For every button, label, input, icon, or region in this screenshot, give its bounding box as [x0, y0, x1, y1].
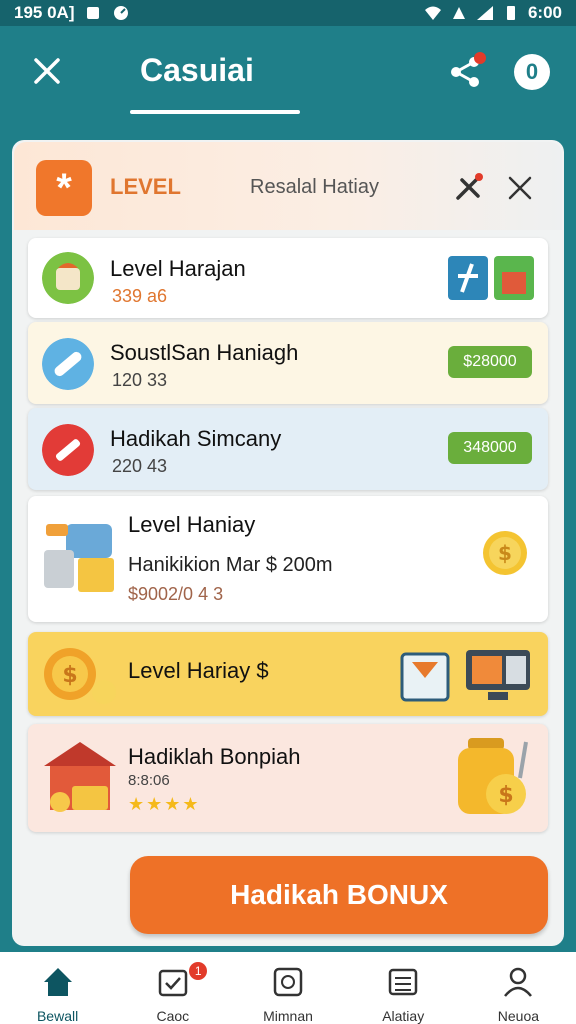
- svg-text:$: $: [498, 541, 512, 565]
- bottom-nav: Bewall 1 Caoc Mimnan Alatiay Neuoa: [0, 952, 576, 1024]
- status-time-left: 195 0A]: [14, 3, 75, 22]
- tools-icon[interactable]: [454, 172, 484, 202]
- close-icon[interactable]: [30, 54, 64, 88]
- computer-icon: [466, 650, 530, 700]
- storage-icon: [87, 7, 100, 19]
- notification-badge: 1: [189, 962, 208, 980]
- item-subtitle: 120 33: [112, 370, 168, 390]
- item-line3: $9002/0 4 3: [128, 584, 224, 604]
- item-line2: Hanikikion Mar $ 200m: [128, 554, 333, 576]
- tab-indicator: [130, 110, 300, 114]
- bonus-button[interactable]: Hadikah BONUX: [130, 856, 548, 934]
- item-subtitle: 220 43: [112, 456, 168, 476]
- item-title: Hadiklah Bonpiah: [128, 744, 301, 769]
- nav-label: Caoc: [156, 1008, 190, 1024]
- signal-icon: [476, 6, 493, 20]
- item-title: Level Harajan: [110, 256, 246, 281]
- speed-icon: [114, 6, 129, 20]
- item-subtitle: 8:8:06: [128, 772, 170, 789]
- wifi-icon: [424, 6, 441, 20]
- shopping-icon: [44, 524, 114, 592]
- box-icon: [400, 652, 450, 702]
- clock-icon: [273, 967, 303, 997]
- star-icon: ★: [146, 794, 163, 814]
- syringe-icon: [42, 424, 94, 476]
- nav-item-clock[interactable]: Mimnan: [230, 952, 345, 1024]
- item-title: Level Haniay: [128, 512, 256, 537]
- nav-item-home[interactable]: Bewall: [0, 952, 115, 1024]
- item-title: Level Hariay $: [128, 658, 269, 683]
- list-item[interactable]: SoustlSan Haniagh 120 33 $28000: [28, 322, 548, 404]
- tool-icon[interactable]: [448, 256, 488, 300]
- item-title: Hadikah Simcany: [110, 426, 282, 451]
- basket-icon: [42, 252, 94, 304]
- list-item[interactable]: Level Haniay Hanikikion Mar $ 200m $9002…: [28, 496, 548, 622]
- star-icon: ★: [164, 794, 181, 814]
- nav-label: Mimnan: [263, 1008, 313, 1024]
- nav-label: Bewall: [36, 1008, 79, 1024]
- nav-item-check[interactable]: 1 Caoc: [115, 952, 230, 1024]
- nav-label: Neuoa: [497, 1008, 540, 1024]
- home-icon: [43, 968, 72, 996]
- item-title: SoustlSan Haniagh: [110, 340, 299, 365]
- rating-stars: ★ ★ ★ ★: [128, 794, 199, 815]
- level-icon: *: [36, 160, 92, 216]
- list-icon: [388, 968, 418, 996]
- panel-header: * LEVEL Resalal Hatiay: [14, 142, 562, 230]
- item-subtitle: 339 a6: [112, 286, 168, 306]
- svg-text:$: $: [62, 663, 77, 688]
- app-bar: Casuiai 0: [0, 26, 576, 116]
- list-item[interactable]: Hadiklah Bonpiah 8:8:06 ★ ★ ★ ★ $: [28, 724, 548, 832]
- status-bar: 195 0A] 6:00: [0, 0, 576, 26]
- nav-item-user[interactable]: Neuoa: [461, 952, 576, 1024]
- list-item[interactable]: Hadikah Simcany 220 43 348000: [28, 408, 548, 490]
- money-jar-icon: $: [458, 738, 528, 814]
- nav-label: Alatiay: [382, 1008, 425, 1024]
- user-icon: [504, 967, 533, 997]
- share-icon[interactable]: [446, 52, 486, 92]
- battery-icon: [506, 6, 515, 20]
- svg-text:$: $: [498, 783, 513, 808]
- star-icon: ★: [182, 794, 199, 814]
- info-button[interactable]: 0: [514, 54, 550, 90]
- box-icon[interactable]: [494, 256, 534, 300]
- coin-icon: $: [483, 531, 527, 575]
- level-label: LEVEL: [110, 174, 181, 199]
- app-title: Casuiai: [140, 52, 254, 88]
- amount-button[interactable]: $28000: [448, 346, 532, 378]
- star-icon: ★: [128, 794, 145, 814]
- notification-icon: [452, 7, 465, 19]
- panel-subtitle: Resalal Hatiay: [250, 176, 379, 198]
- status-time-right: 6:00: [527, 3, 562, 22]
- nav-item-list[interactable]: Alatiay: [346, 952, 461, 1024]
- close-icon[interactable]: [506, 174, 534, 202]
- check-icon: [158, 969, 188, 997]
- bandage-icon: [42, 338, 94, 390]
- amount-button[interactable]: 348000: [448, 432, 532, 464]
- list-item[interactable]: $ Level Hariay $: [28, 632, 548, 716]
- list-item[interactable]: Level Harajan 339 a6: [28, 238, 548, 318]
- shop-icon: [44, 742, 116, 812]
- coins-icon: $: [44, 648, 116, 704]
